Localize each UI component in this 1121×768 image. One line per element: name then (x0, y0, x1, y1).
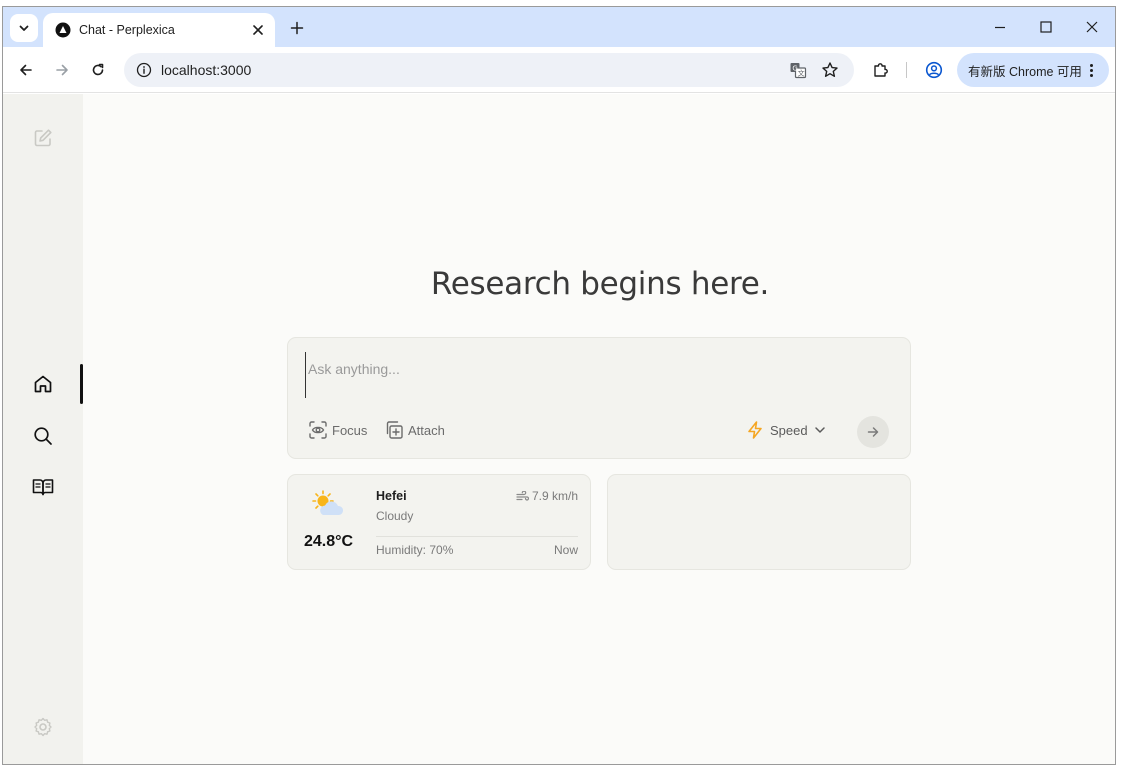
chrome-update-label: 有新版 Chrome 可用 (968, 64, 1082, 79)
back-button[interactable] (12, 56, 40, 84)
attach-label: Attach (408, 422, 445, 438)
sidebar-item-library[interactable] (28, 472, 58, 502)
back-icon (20, 64, 32, 76)
tab-strip: Chat - Perplexica (3, 7, 1115, 47)
maximize-icon (1040, 21, 1052, 33)
partly-cloudy-icon (312, 490, 344, 515)
chrome-update-button[interactable]: 有新版 Chrome 可用 (957, 53, 1109, 87)
menu-kebab-icon (1089, 63, 1093, 77)
close-window-button[interactable] (1069, 7, 1115, 47)
weather-widget[interactable]: 24.8°C Hefei Cloudy 7.9 km/h Humidity: 7… (287, 474, 591, 570)
weather-city: Hefei (376, 489, 407, 503)
send-button[interactable] (857, 416, 889, 448)
home-icon (34, 375, 52, 393)
focus-label: Focus (332, 422, 368, 438)
perplexica-favicon-icon (55, 22, 71, 38)
search-icon (34, 427, 52, 445)
focus-icon (309, 421, 327, 439)
mode-label: Speed (770, 422, 808, 438)
minimize-button[interactable] (977, 7, 1023, 47)
page-title: Research begins here. (430, 266, 770, 302)
browser-window: Chat - Perplexica localhost:3000 G 文 有新版… (2, 6, 1116, 765)
sidebar-item-home[interactable] (28, 369, 58, 399)
forward-button[interactable] (48, 56, 76, 84)
chevron-down-icon (814, 427, 825, 433)
reload-button[interactable] (84, 56, 112, 84)
focus-button[interactable]: Focus (308, 418, 367, 442)
bookmark-star-icon (822, 62, 838, 77)
extensions-button[interactable] (867, 56, 895, 84)
extensions-icon (874, 63, 888, 77)
plus-icon (290, 21, 304, 35)
weather-condition: Cloudy (376, 509, 414, 523)
settings-icon (34, 717, 52, 737)
weather-divider (376, 536, 578, 537)
url-text: localhost:3000 (161, 62, 252, 78)
attach-button[interactable]: Attach (384, 418, 445, 442)
chevron-down-icon (19, 25, 29, 31)
humidity: Humidity: 70% (376, 543, 454, 557)
translate-button[interactable]: G文 (784, 56, 812, 84)
tab-search-button[interactable] (10, 14, 38, 42)
ask-input[interactable]: Ask anything... (305, 352, 891, 398)
lightning-icon (748, 421, 762, 439)
bookmark-button[interactable] (816, 56, 844, 84)
wind-value: 7.9 km/h (531, 489, 578, 503)
wind-icon (516, 490, 529, 501)
news-card-placeholder (607, 474, 911, 570)
toolbar-separator (906, 62, 907, 78)
site-info-icon[interactable] (134, 60, 154, 80)
weather-time: Now (553, 543, 578, 557)
sidebar (3, 94, 83, 764)
browser-toolbar: localhost:3000 G文 有新版 Chrome 可用 (3, 47, 1115, 93)
library-icon (32, 479, 54, 496)
maximize-button[interactable] (1023, 7, 1069, 47)
arrow-right-icon (867, 427, 879, 437)
new-tab-button[interactable] (283, 14, 311, 42)
settings-button[interactable] (28, 712, 58, 742)
tab-active[interactable]: Chat - Perplexica (43, 13, 275, 47)
profile-icon (925, 61, 943, 79)
new-chat-icon (34, 129, 52, 147)
optimization-mode-select[interactable]: Speed (745, 418, 827, 442)
tab-close-icon[interactable] (247, 19, 269, 41)
reload-icon (92, 63, 104, 76)
forward-icon (56, 64, 68, 76)
perplexica-page: Research begins here. Ask anything... Fo… (3, 94, 1115, 764)
attach-icon (386, 421, 403, 439)
sidebar-item-discover[interactable] (28, 421, 58, 451)
tab-title: Chat - Perplexica (79, 23, 175, 37)
minimize-icon (995, 26, 1005, 29)
translate-icon: G文 (790, 63, 807, 79)
address-bar[interactable]: localhost:3000 (124, 53, 854, 87)
ask-box: Ask anything... Focus Attach Speed (287, 337, 911, 459)
wind-speed: 7.9 km/h (516, 489, 578, 503)
profile-button[interactable] (920, 56, 948, 84)
new-chat-button[interactable] (28, 123, 58, 153)
close-icon (1086, 21, 1098, 33)
temperature: 24.8°C (304, 533, 354, 550)
svg-text:文: 文 (798, 69, 805, 78)
active-indicator (80, 364, 83, 404)
